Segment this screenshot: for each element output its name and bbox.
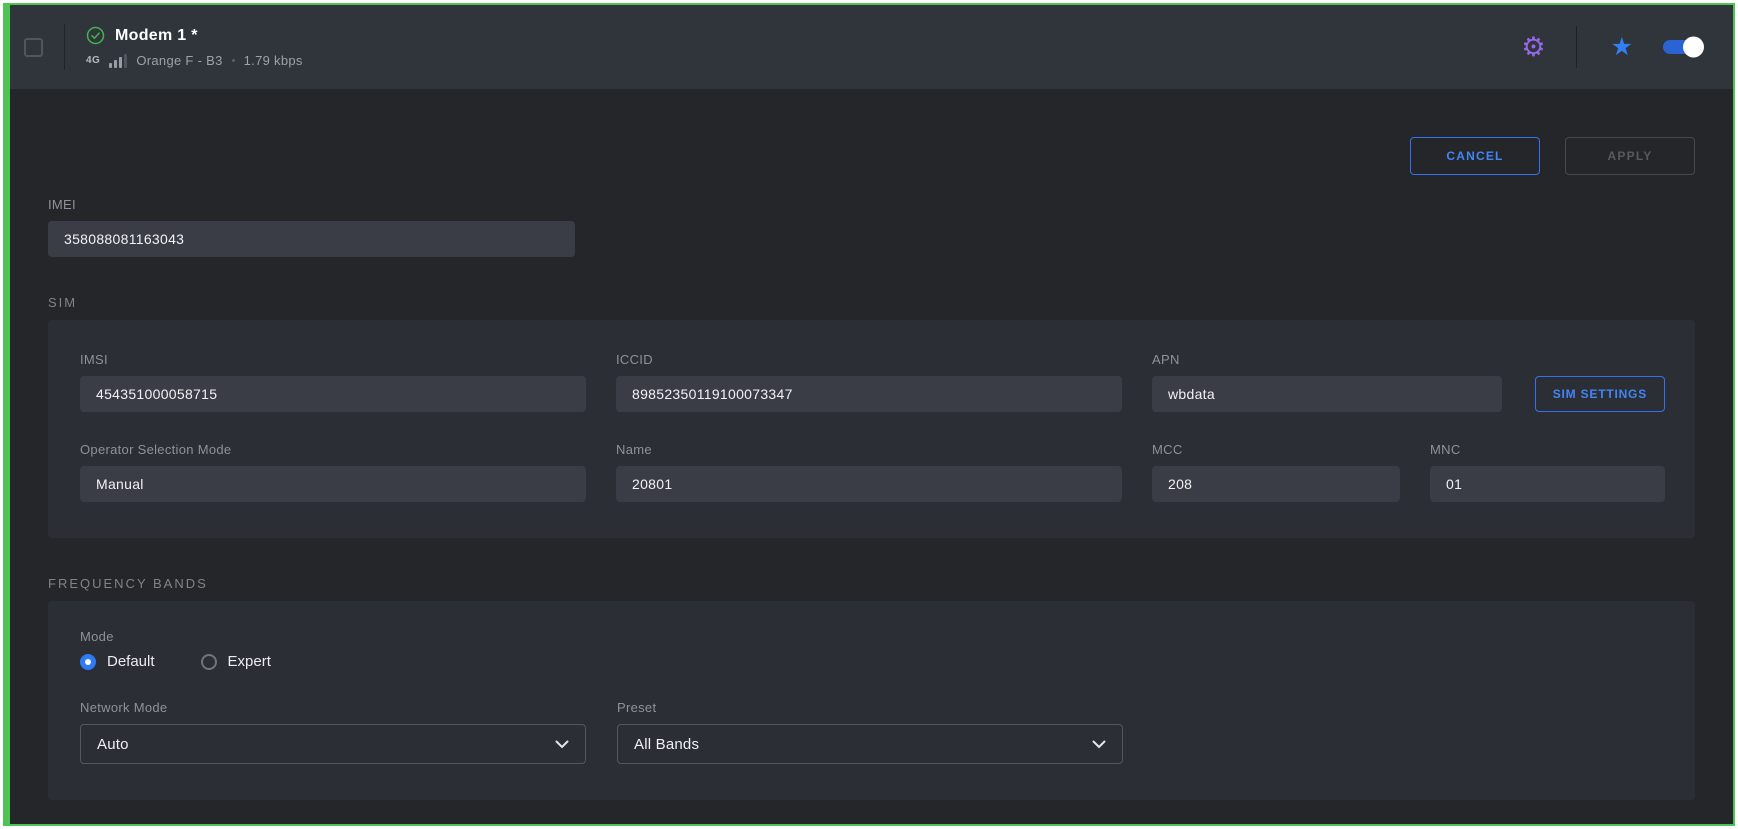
mcc-label: MCC (1152, 442, 1400, 457)
sim-panel: IMSI ICCID APN SIM SETTINGS Operator Sel… (48, 320, 1695, 538)
imsi-input[interactable] (80, 376, 586, 412)
frequency-bands-section-label: FREQUENCY BANDS (48, 576, 1695, 591)
preset-label: Preset (617, 700, 1123, 715)
network-mode-field: Network Mode Auto (80, 700, 586, 764)
sim-row-1: IMSI ICCID APN SIM SETTINGS (80, 352, 1665, 412)
mnc-field: MNC (1430, 442, 1665, 502)
form-actions: CANCEL APPLY (48, 137, 1695, 175)
sim-section-label: SIM (48, 295, 1695, 310)
sim-settings-button[interactable]: SIM SETTINGS (1535, 376, 1665, 412)
dropdown-row: Network Mode Auto Preset All Bands (80, 700, 1665, 764)
network-mode-label: Network Mode (80, 700, 586, 715)
apply-button[interactable]: APPLY (1565, 137, 1695, 175)
apn-field: APN (1152, 352, 1502, 412)
modem-identity: Modem 1 * 4G Orange F - B3 1.79 kbps (86, 26, 303, 68)
mcc-input[interactable] (1152, 466, 1400, 502)
modem-card-frame: Modem 1 * 4G Orange F - B3 1.79 kbps ⚙ ★ (3, 3, 1735, 826)
sim-row-2: Operator Selection Mode Name MCC MNC (80, 442, 1665, 502)
name-input[interactable] (616, 466, 1122, 502)
modem-title: Modem 1 * (115, 27, 198, 45)
preset-dropdown[interactable]: All Bands (617, 724, 1123, 764)
network-type-badge: 4G (86, 55, 100, 66)
toggle-knob (1683, 37, 1704, 58)
dot-separator (232, 59, 235, 62)
imei-input[interactable] (48, 221, 575, 257)
operator-label: Orange F - B3 (136, 53, 222, 68)
radio-default-label: Default (107, 653, 155, 670)
radio-default[interactable]: Default (80, 653, 155, 670)
header: Modem 1 * 4G Orange F - B3 1.79 kbps ⚙ ★ (10, 5, 1733, 89)
radio-selected-icon (80, 654, 96, 670)
iccid-field: ICCID (616, 352, 1122, 412)
preset-value: All Bands (634, 736, 699, 753)
radio-expert-label: Expert (228, 653, 271, 670)
operator-selection-mode-input[interactable] (80, 466, 586, 502)
mnc-label: MNC (1430, 442, 1665, 457)
mode-label: Mode (80, 629, 1665, 644)
radio-unselected-icon (201, 654, 217, 670)
name-field: Name (616, 442, 1122, 502)
apn-input[interactable] (1152, 376, 1502, 412)
frequency-bands-panel: Mode Default Expert Network Mode Auto (48, 601, 1695, 800)
iccid-input[interactable] (616, 376, 1122, 412)
select-checkbox[interactable] (24, 38, 43, 57)
chevron-down-icon (1092, 740, 1106, 749)
check-circle-icon (86, 26, 105, 45)
name-label: Name (616, 442, 1122, 457)
apn-label: APN (1152, 352, 1502, 367)
header-divider (64, 24, 65, 70)
settings-form: CANCEL APPLY IMEI SIM IMSI ICCID APN (10, 137, 1733, 800)
throughput-label: 1.79 kbps (244, 53, 303, 68)
network-mode-dropdown[interactable]: Auto (80, 724, 586, 764)
enable-toggle[interactable] (1663, 40, 1701, 54)
operator-selection-mode-field: Operator Selection Mode (80, 442, 586, 502)
star-icon[interactable]: ★ (1611, 35, 1633, 60)
radio-expert[interactable]: Expert (201, 653, 271, 670)
iccid-label: ICCID (616, 352, 1122, 367)
mcc-field: MCC (1152, 442, 1400, 502)
imei-label: IMEI (48, 197, 575, 212)
mnc-input[interactable] (1430, 466, 1665, 502)
gear-icon[interactable]: ⚙ (1521, 34, 1545, 61)
imsi-field: IMSI (80, 352, 586, 412)
imsi-label: IMSI (80, 352, 586, 367)
preset-field: Preset All Bands (617, 700, 1123, 764)
cancel-button[interactable]: CANCEL (1410, 137, 1540, 175)
header-actions: ⚙ ★ (1521, 26, 1733, 68)
signal-strength-icon (109, 54, 127, 68)
mode-radio-group: Default Expert (80, 653, 1665, 670)
header-right-divider (1576, 26, 1577, 68)
operator-selection-mode-label: Operator Selection Mode (80, 442, 586, 457)
chevron-down-icon (555, 740, 569, 749)
network-mode-value: Auto (97, 736, 129, 753)
imei-field: IMEI (48, 197, 575, 257)
